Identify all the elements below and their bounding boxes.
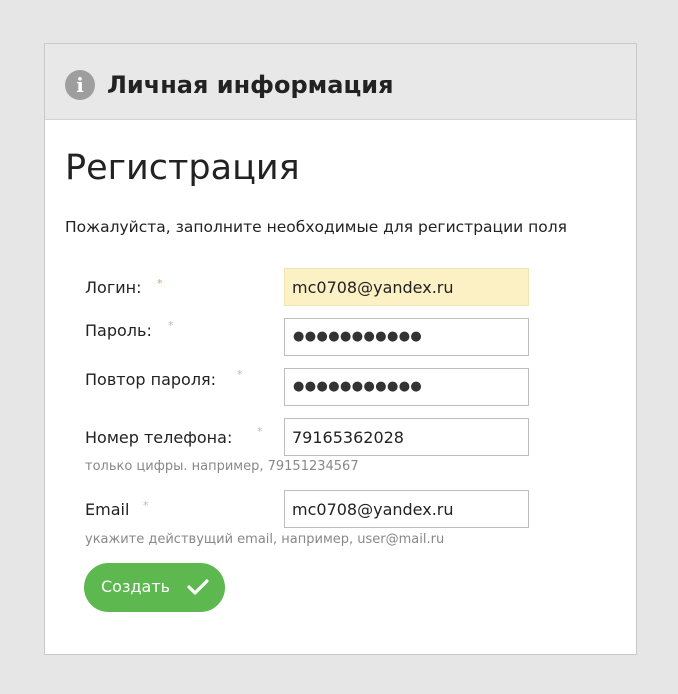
- check-icon: [187, 579, 209, 595]
- repeat-password-input[interactable]: ●●●●●●●●●●●: [284, 368, 529, 406]
- password-label: Пароль:: [85, 321, 152, 340]
- page-title: Регистрация: [65, 148, 300, 188]
- login-required-marker: *: [157, 277, 163, 290]
- email-label: Email: [85, 500, 130, 519]
- password-masked-value: ●●●●●●●●●●●: [293, 329, 423, 344]
- phone-input[interactable]: [284, 418, 529, 456]
- repeat-password-masked-value: ●●●●●●●●●●●: [293, 379, 423, 394]
- phone-required-marker: *: [257, 425, 263, 438]
- repeat-password-label: Повтор пароля:: [85, 370, 217, 389]
- info-icon: i: [65, 70, 95, 100]
- email-hint: укажите действущий email, например, user…: [85, 532, 445, 547]
- password-required-marker: *: [168, 319, 174, 332]
- phone-hint: только цифры. например, 79151234567: [85, 459, 359, 474]
- panel-title: Личная информация: [107, 71, 394, 99]
- create-button-label: Создать: [101, 577, 171, 596]
- repeat-password-required-marker: *: [237, 368, 243, 381]
- panel-header: i Личная информация: [45, 44, 636, 120]
- form-intro-text: Пожалуйста, заполните необходимые для ре…: [65, 218, 568, 236]
- email-input[interactable]: [284, 490, 529, 528]
- create-button[interactable]: Создать: [84, 563, 225, 612]
- password-input[interactable]: ●●●●●●●●●●●: [284, 318, 529, 356]
- email-required-marker: *: [143, 499, 149, 512]
- login-label: Логин:: [85, 278, 142, 297]
- phone-label: Номер телефона:: [85, 428, 233, 447]
- login-input[interactable]: [284, 268, 529, 306]
- registration-panel: i Личная информация Регистрация Пожалуйс…: [44, 43, 637, 655]
